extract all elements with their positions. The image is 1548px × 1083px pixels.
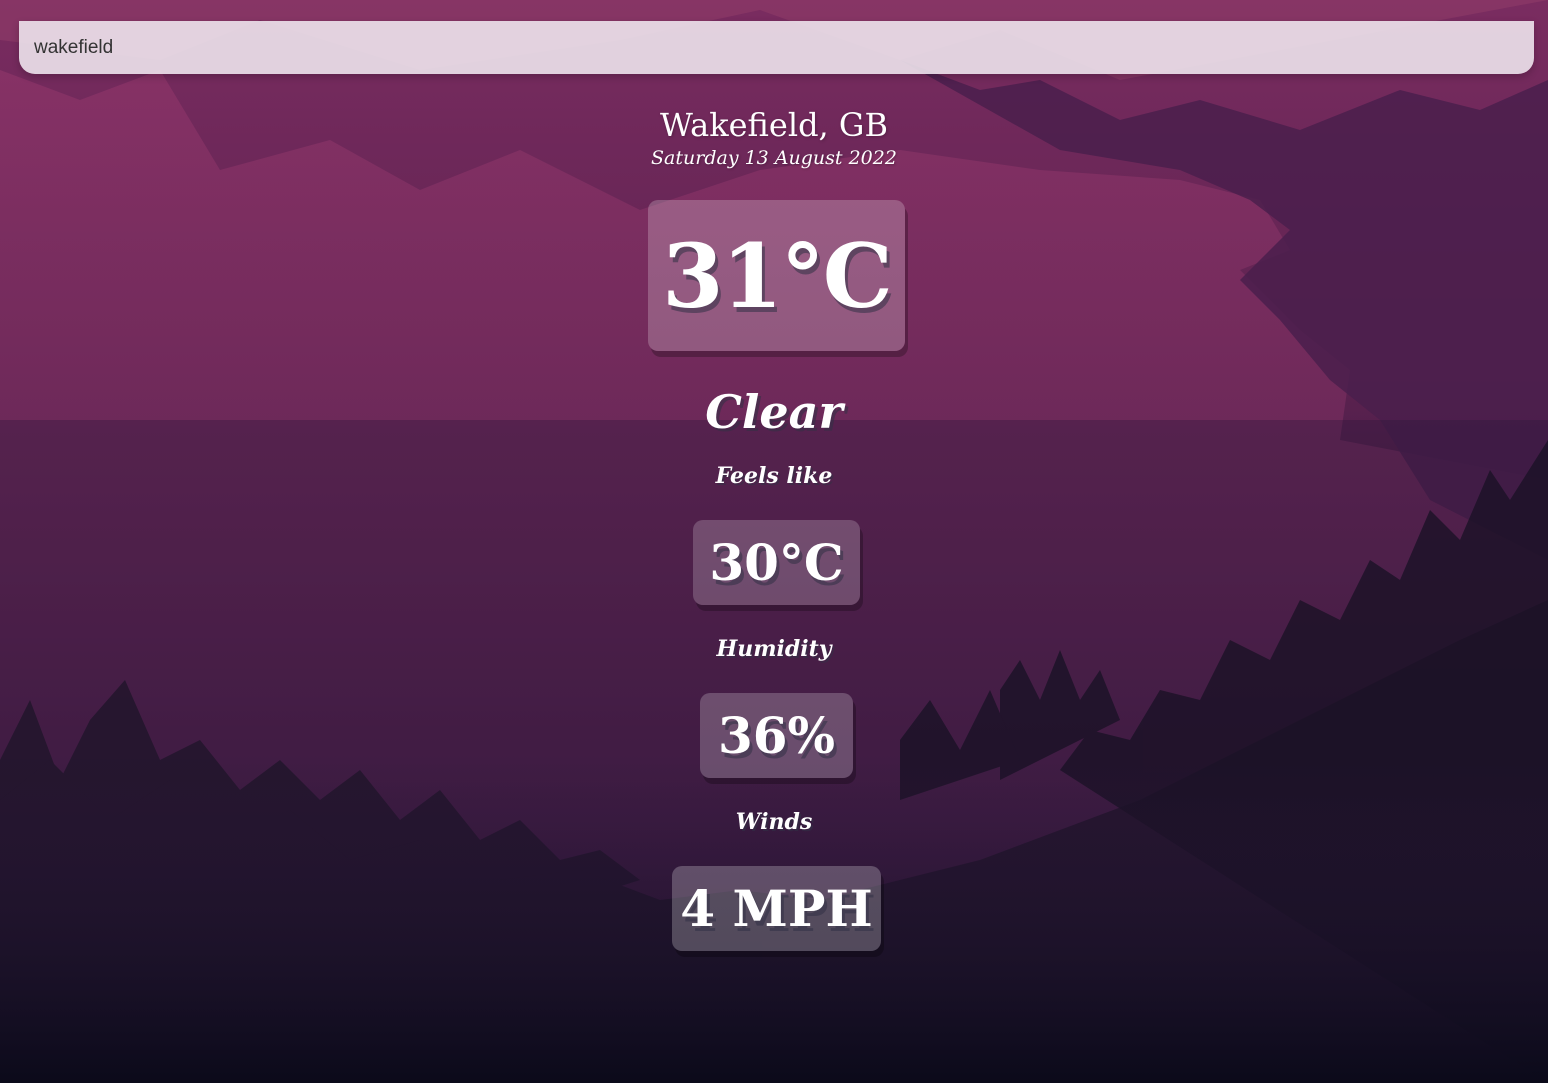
winds-box: 4 MPH — [672, 866, 881, 951]
search-input[interactable] — [19, 21, 1534, 74]
temperature-value: 31°C — [662, 223, 892, 328]
weather-condition: Clear — [705, 385, 843, 439]
humidity-value: 36% — [717, 706, 836, 765]
feels-like-box: 30°C — [693, 520, 860, 605]
humidity-box: 36% — [700, 693, 853, 778]
location-title: Wakefield, GB — [660, 106, 888, 144]
temperature-box: 31°C — [648, 200, 905, 351]
weather-panel: Wakefield, GB Saturday 13 August 2022 31… — [0, 0, 1548, 1083]
winds-label: Winds — [735, 809, 813, 835]
winds-value: 4 MPH — [680, 879, 873, 938]
feels-like-value: 30°C — [709, 533, 844, 592]
date-label: Saturday 13 August 2022 — [651, 147, 897, 169]
feels-like-label: Feels like — [715, 463, 833, 489]
humidity-label: Humidity — [716, 636, 832, 662]
